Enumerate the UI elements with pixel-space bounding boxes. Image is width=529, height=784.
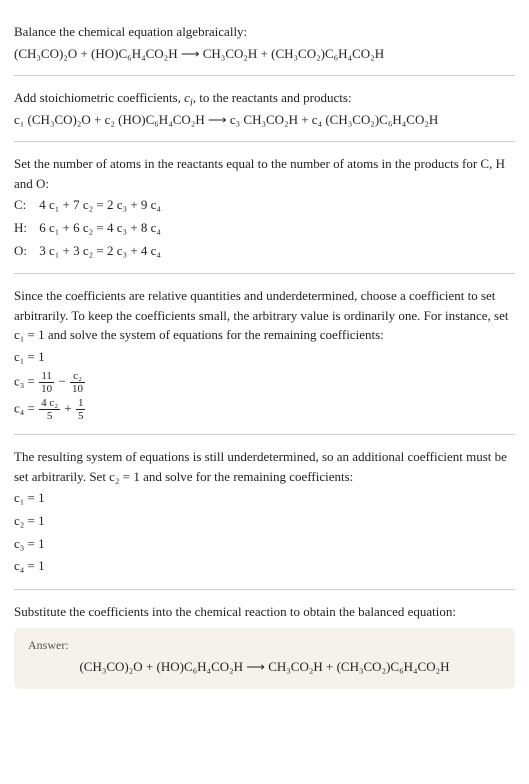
c3-frac2: c₂ 10 <box>70 370 85 395</box>
eq-c3: c₃ = 11 10 − c₂ 10 <box>14 370 515 395</box>
c3-frac1: 11 10 <box>39 370 54 395</box>
c4-frac2-num: 1 <box>76 397 86 410</box>
c4-plus: + <box>64 400 75 415</box>
solve-second-text: The resulting system of equations is sti… <box>14 447 515 486</box>
elem-eq-c: 4 c₁ + 7 c₂ = 2 c₃ + 9 c₄ <box>39 197 161 212</box>
c3-frac2-num: c₂ <box>70 370 85 383</box>
section-balance-intro: Balance the chemical equation algebraica… <box>14 10 515 76</box>
c4-frac1-den: 5 <box>39 410 60 422</box>
c4-frac2: 1 5 <box>76 397 86 422</box>
balance-row-o: O: 3 c₁ + 3 c₂ = 2 c₃ + 4 c₄ <box>14 241 515 262</box>
answer-label: Answer: <box>28 638 501 653</box>
c4-frac2-den: 5 <box>76 410 86 422</box>
answer-box: Answer: (CH₃CO)₂O + (HO)C₆H₄CO₂H ⟶ CH₃CO… <box>14 628 515 689</box>
elem-eq-o: 3 c₁ + 3 c₂ = 2 c₃ + 4 c₄ <box>39 243 161 258</box>
elem-eq-h: 6 c₁ + 6 c₂ = 4 c₃ + 8 c₄ <box>39 220 161 235</box>
atom-balance-text: Set the number of atoms in the reactants… <box>14 154 515 193</box>
text-part-a: Add stoichiometric coefficients, <box>14 90 184 105</box>
balance-row-h: H: 6 c₁ + 6 c₂ = 4 c₃ + 8 c₄ <box>14 218 515 239</box>
coeff-equation: c₁ (CH₃CO)₂O + c₂ (HO)C₆H₄CO₂H ⟶ c₃ CH₃C… <box>14 110 515 130</box>
c3-lhs: c₃ = <box>14 373 38 388</box>
section-answer: Substitute the coefficients into the che… <box>14 590 515 699</box>
final-c4: c₄ = 1 <box>14 556 515 577</box>
c3-frac1-den: 10 <box>39 383 54 395</box>
section-add-coefficients: Add stoichiometric coefficients, ci, to … <box>14 76 515 142</box>
balance-row-c: C: 4 c₁ + 7 c₂ = 2 c₃ + 9 c₄ <box>14 195 515 216</box>
final-c2: c₂ = 1 <box>14 511 515 532</box>
answer-intro-text: Substitute the coefficients into the che… <box>14 602 515 622</box>
c3-frac2-den: 10 <box>70 383 85 395</box>
elem-label-h: H: <box>14 218 36 239</box>
intro-equation: (CH₃CO)₂O + (HO)C₆H₄CO₂H ⟶ CH₃CO₂H + (CH… <box>14 44 515 64</box>
final-c3: c₃ = 1 <box>14 534 515 555</box>
c4-frac1: 4 c₂ 5 <box>39 397 60 422</box>
c3-frac1-num: 11 <box>39 370 54 383</box>
section-solve-second: The resulting system of equations is sti… <box>14 435 515 590</box>
c4-frac1-num: 4 c₂ <box>39 397 60 410</box>
final-c1: c₁ = 1 <box>14 488 515 509</box>
section-atom-balance: Set the number of atoms in the reactants… <box>14 142 515 274</box>
add-coeff-text: Add stoichiometric coefficients, ci, to … <box>14 88 515 108</box>
solve-first-text: Since the coefficients are relative quan… <box>14 286 515 345</box>
c3-minus: − <box>58 373 69 388</box>
text-part-b: , to the reactants and products: <box>193 90 352 105</box>
elem-label-c: C: <box>14 195 36 216</box>
intro-text: Balance the chemical equation algebraica… <box>14 22 515 42</box>
section-solve-first: Since the coefficients are relative quan… <box>14 274 515 435</box>
eq-c4: c₄ = 4 c₂ 5 + 1 5 <box>14 397 515 422</box>
ci-symbol: ci <box>184 90 193 105</box>
eq-c1: c₁ = 1 <box>14 347 515 368</box>
c4-lhs: c₄ = <box>14 400 38 415</box>
elem-label-o: O: <box>14 241 36 262</box>
answer-equation: (CH₃CO)₂O + (HO)C₆H₄CO₂H ⟶ CH₃CO₂H + (CH… <box>28 659 501 675</box>
